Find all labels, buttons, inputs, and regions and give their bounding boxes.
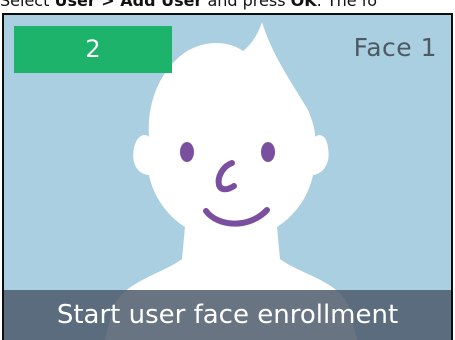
instruction-key: OK [290,0,317,10]
page: Select User > Add User and press OK. The… [0,0,455,340]
instruction-middle: and press [202,0,291,10]
device-screen: 2 Face 1 Start user face enrollment [2,13,453,340]
enrollment-count-badge: 2 [14,26,172,73]
instruction-text: Select User > Add User and press OK. The… [0,0,455,11]
left-eye [180,142,194,162]
status-message: Start user face enrollment [4,290,451,340]
face-label: Face 1 [353,33,437,62]
instruction-suffix: . The fo [316,0,378,10]
instruction-menu-path: User > Add User [54,0,203,10]
right-eye [261,142,275,162]
instruction-prefix: Select [0,0,55,10]
